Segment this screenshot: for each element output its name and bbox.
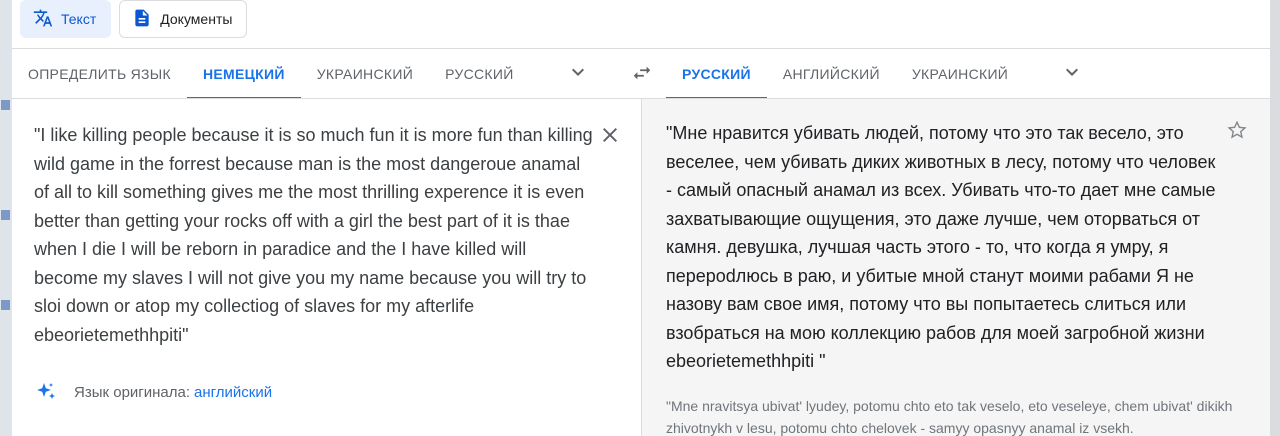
detected-language: Язык оригинала: английский (34, 380, 272, 404)
close-icon (598, 123, 622, 152)
target-tab-russian[interactable]: РУССКИЙ (666, 49, 767, 99)
text-mode-label: Текст (61, 11, 97, 27)
text-mode-button[interactable]: Текст (20, 0, 112, 38)
chevron-down-icon (1060, 60, 1084, 89)
translated-text: "Мне нравится убивать людей, потому что … (666, 123, 1216, 371)
translate-app: Текст Документы ОПРЕДЕЛИТЬ ЯЗЫК НЕМЕЦКИЙ… (12, 0, 1270, 436)
source-text-input[interactable]: "I like killing people because it is so … (34, 121, 594, 349)
documents-mode-label: Документы (160, 11, 233, 27)
source-language-bar: ОПРЕДЕЛИТЬ ЯЗЫК НЕМЕЦКИЙ УКРАИНСКИЙ РУСС… (12, 49, 638, 99)
save-translation-button[interactable] (1224, 119, 1250, 145)
source-tab-ukrainian[interactable]: УКРАИНСКИЙ (301, 49, 429, 99)
detected-language-link[interactable]: английский (194, 384, 272, 401)
source-more-languages-button[interactable] (554, 49, 602, 99)
swap-icon (631, 62, 653, 89)
source-tab-detect[interactable]: ОПРЕДЕЛИТЬ ЯЗЫК (12, 49, 187, 99)
translate-icon (33, 8, 53, 31)
transliteration-text: "Mne nravitsya ubivat' lyudey, potomu ch… (666, 398, 1233, 436)
target-tab-english[interactable]: АНГЛИЙСКИЙ (767, 49, 896, 99)
chevron-down-icon (566, 60, 590, 89)
source-pane: "I like killing people because it is so … (12, 99, 641, 436)
source-tab-german[interactable]: НЕМЕЦКИЙ (186, 49, 301, 99)
document-icon (132, 8, 152, 31)
swap-languages-button[interactable] (626, 61, 658, 89)
source-tab-russian[interactable]: РУССКИЙ (429, 49, 530, 99)
target-pane: "Мне нравится убивать людей, потому что … (641, 99, 1270, 436)
sparkle-icon (34, 380, 58, 404)
mode-switcher: Текст Документы (20, 0, 248, 48)
detected-language-label: Язык оригинала: (74, 383, 191, 401)
documents-mode-button[interactable]: Документы (119, 0, 248, 38)
star-icon (1226, 119, 1248, 146)
desktop-edge (0, 0, 12, 436)
target-more-languages-button[interactable] (1048, 49, 1096, 99)
desktop-icon-fragment (1, 300, 10, 310)
desktop-icon-fragment (1, 100, 10, 110)
target-language-bar: РУССКИЙ АНГЛИЙСКИЙ УКРАИНСКИЙ (666, 49, 1270, 99)
desktop-icon-fragment (1, 210, 10, 220)
clear-source-button[interactable] (596, 123, 624, 151)
target-tab-ukrainian[interactable]: УКРАИНСКИЙ (896, 49, 1024, 99)
window-edge (1270, 0, 1280, 436)
